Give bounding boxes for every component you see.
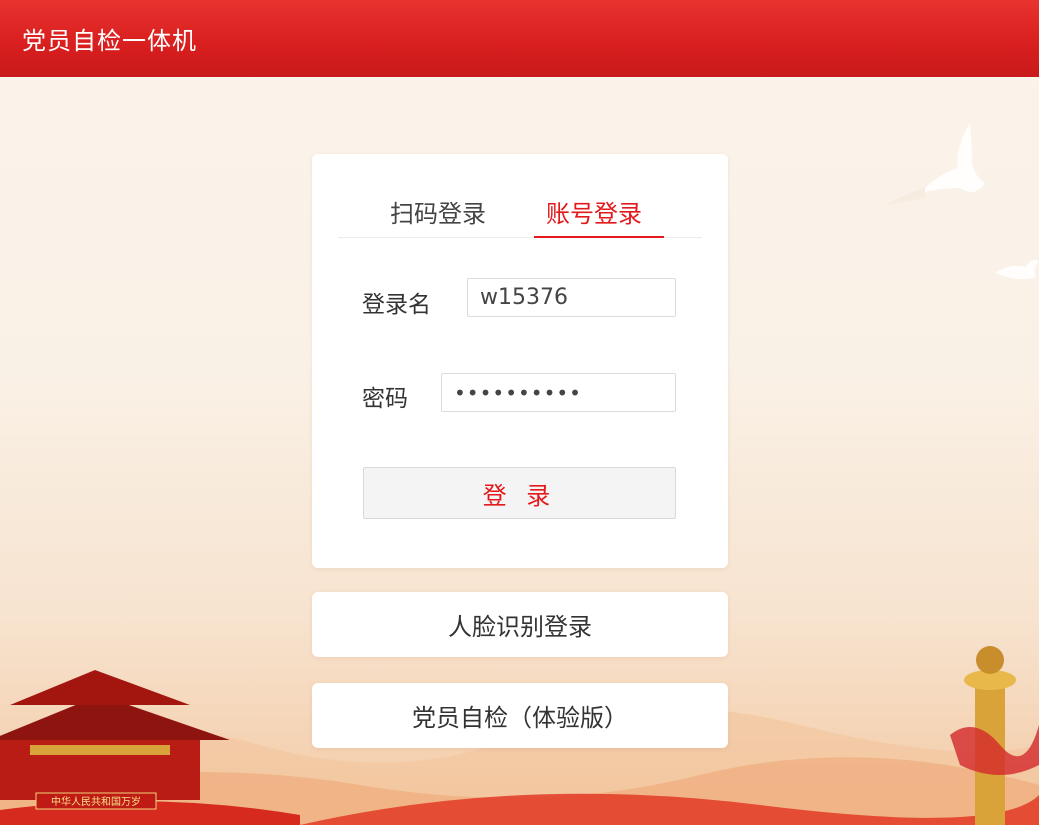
face-login-button[interactable]: 人脸识别登录 [312, 592, 728, 657]
password-label: 密码 [362, 386, 408, 412]
tiananmen-icon [0, 670, 230, 800]
app-header: 党员自检一体机 [0, 0, 1039, 77]
banner: 中华人民共和国万岁 [35, 792, 157, 810]
login-card: 扫码登录 账号登录 登录名 w15376 密码 •••••••••• 登 录 [312, 154, 728, 568]
dove-icon [885, 123, 985, 206]
login-tabs: 扫码登录 账号登录 [338, 190, 702, 238]
password-input[interactable]: •••••••••• [441, 373, 676, 412]
svg-text:中华人民共和国万岁: 中华人民共和国万岁 [51, 795, 141, 808]
username-label: 登录名 [362, 292, 431, 318]
tab-account-login[interactable]: 账号登录 [546, 194, 642, 229]
username-input[interactable]: w15376 [467, 278, 676, 317]
password-value: •••••••••• [454, 380, 582, 405]
demo-self-check-button[interactable]: 党员自检（体验版） [312, 683, 728, 748]
active-tab-indicator [534, 236, 664, 238]
username-value: w15376 [480, 285, 568, 310]
tab-qr-login[interactable]: 扫码登录 [390, 194, 486, 229]
dove-icon [995, 259, 1039, 280]
login-button[interactable]: 登 录 [363, 467, 676, 519]
app-title: 党员自检一体机 [22, 27, 197, 55]
